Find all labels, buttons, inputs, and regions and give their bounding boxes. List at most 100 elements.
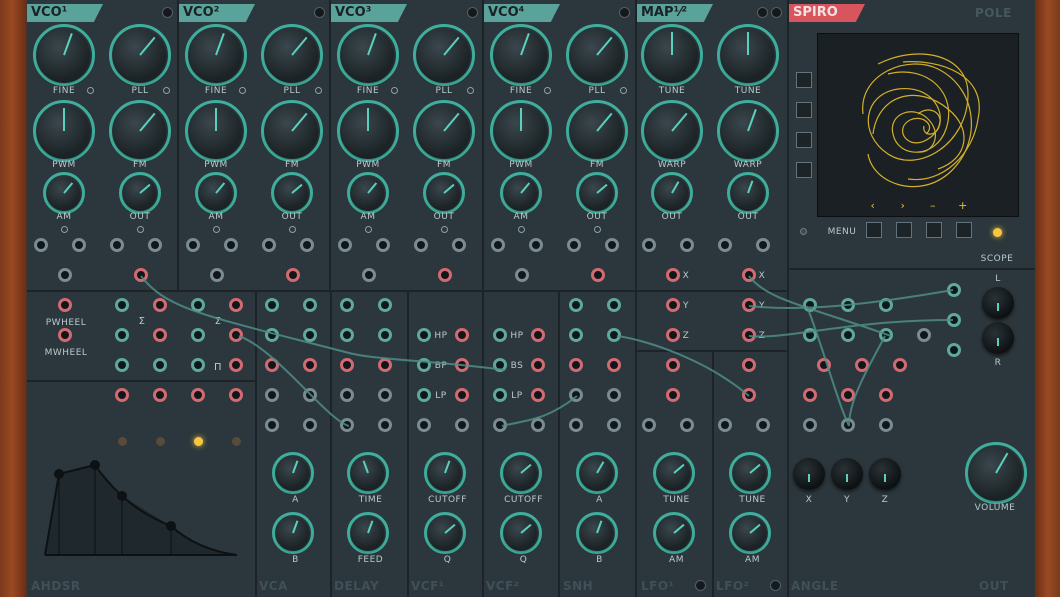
- snh-jack-b2[interactable]: [607, 358, 621, 372]
- scope-minus-button[interactable]: –: [928, 199, 938, 212]
- map1-x-jack[interactable]: [666, 268, 680, 282]
- vca-jack-b1[interactable]: [303, 328, 317, 342]
- lfo2-tune-knob[interactable]: [729, 452, 771, 494]
- vco4-am-knob[interactable]: [500, 172, 542, 214]
- delay-jack-b4[interactable]: [378, 418, 392, 432]
- vco2-out-jack[interactable]: [286, 268, 300, 282]
- delay-jack-a0[interactable]: [340, 298, 354, 312]
- angle-y-knob[interactable]: [831, 458, 863, 490]
- vco3-fine-knob[interactable]: [337, 24, 399, 86]
- vco4-jack-4[interactable]: [605, 238, 619, 252]
- vcf1-jack-1[interactable]: [417, 418, 431, 432]
- mix-jack-9[interactable]: [115, 358, 129, 372]
- delay-jack-a1[interactable]: [340, 328, 354, 342]
- angle-out-a1[interactable]: [855, 358, 869, 372]
- angle-aux-1[interactable]: [947, 283, 961, 297]
- snh-jack-b1[interactable]: [607, 328, 621, 342]
- map-jack-4[interactable]: [756, 238, 770, 252]
- vco2-jack-3[interactable]: [262, 238, 276, 252]
- vco3-jack-in[interactable]: [362, 268, 376, 282]
- vco2-fine-knob[interactable]: [185, 24, 247, 86]
- spiro-button-1[interactable]: [796, 72, 812, 88]
- mix-jack-6[interactable]: [153, 328, 167, 342]
- map-warp2-knob[interactable]: [717, 100, 779, 162]
- mix-jack-8[interactable]: [229, 328, 243, 342]
- delay-jack-b3[interactable]: [378, 388, 392, 402]
- vco4-out-jack[interactable]: [591, 268, 605, 282]
- lfo2-am-knob[interactable]: [729, 512, 771, 554]
- vco2-pll-knob[interactable]: [261, 24, 323, 86]
- mix-jack-3[interactable]: [191, 298, 205, 312]
- angle-aux-3[interactable]: [947, 343, 961, 357]
- vco2-pwm-knob[interactable]: [185, 100, 247, 162]
- map-out2-knob[interactable]: [727, 172, 769, 214]
- mix-jack-10[interactable]: [153, 358, 167, 372]
- angle-in-b1[interactable]: [841, 328, 855, 342]
- vcf2-q-knob[interactable]: [500, 512, 542, 554]
- map-out1-knob[interactable]: [651, 172, 693, 214]
- angle-out-b0[interactable]: [803, 388, 817, 402]
- vco3-pll-knob[interactable]: [413, 24, 475, 86]
- lfo2-jack-1[interactable]: [742, 358, 756, 372]
- env-led-3[interactable]: [194, 437, 203, 446]
- lfo1-jack-1[interactable]: [666, 358, 680, 372]
- spiro-button-4[interactable]: [796, 162, 812, 178]
- vcf2-jack-1[interactable]: [493, 418, 507, 432]
- menu-button-2[interactable]: [896, 222, 912, 238]
- vco3-jack-4[interactable]: [452, 238, 466, 252]
- angle-z-knob[interactable]: [869, 458, 901, 490]
- angle-aux-2[interactable]: [947, 313, 961, 327]
- vco4-jack-3[interactable]: [567, 238, 581, 252]
- map1-z-jack[interactable]: [666, 328, 680, 342]
- map-jack-3[interactable]: [718, 238, 732, 252]
- vco2-fm-knob[interactable]: [261, 100, 323, 162]
- scope-next-button[interactable]: ›: [898, 199, 908, 212]
- vco1-out-jack[interactable]: [134, 268, 148, 282]
- snh-jack-a2[interactable]: [569, 358, 583, 372]
- vco1-fm-knob[interactable]: [109, 100, 171, 162]
- vco3-jack-2[interactable]: [376, 238, 390, 252]
- vca-jack-a0[interactable]: [265, 298, 279, 312]
- vca-jack-b4[interactable]: [303, 418, 317, 432]
- vca-jack-a4[interactable]: [265, 418, 279, 432]
- lfo1-tune-knob[interactable]: [653, 452, 695, 494]
- vca-jack-b3[interactable]: [303, 388, 317, 402]
- lfo1-am-knob[interactable]: [653, 512, 695, 554]
- menu-button-3[interactable]: [926, 222, 942, 238]
- mix-jack-12[interactable]: [229, 358, 243, 372]
- vcf1-q-knob[interactable]: [424, 512, 466, 554]
- angle-in-a1[interactable]: [841, 298, 855, 312]
- vco3-am-knob[interactable]: [347, 172, 389, 214]
- vco1-jack-1[interactable]: [34, 238, 48, 252]
- vco2-jack-1[interactable]: [186, 238, 200, 252]
- vcf1-jack-2[interactable]: [455, 418, 469, 432]
- spiro-button-3[interactable]: [796, 132, 812, 148]
- vcf2-cutoff-knob[interactable]: [500, 452, 542, 494]
- angle-in-b2[interactable]: [879, 328, 893, 342]
- map2-y-jack[interactable]: [742, 298, 756, 312]
- out-l-knob[interactable]: [982, 287, 1014, 319]
- delay-jack-a2[interactable]: [340, 358, 354, 372]
- env-led-2[interactable]: [156, 437, 165, 446]
- volume-knob[interactable]: [965, 442, 1027, 504]
- vcf1-hp-out[interactable]: [455, 328, 469, 342]
- angle-out-a0[interactable]: [817, 358, 831, 372]
- mix-jack-2[interactable]: [153, 298, 167, 312]
- mix-jack-7[interactable]: [191, 328, 205, 342]
- mix-jack-4[interactable]: [229, 298, 243, 312]
- angle-jack-1[interactable]: [841, 418, 855, 432]
- mix-jack-11[interactable]: [191, 358, 205, 372]
- pwheel-jack[interactable]: [58, 298, 72, 312]
- map2-x-jack[interactable]: [742, 268, 756, 282]
- vca-b-knob[interactable]: [272, 512, 314, 554]
- vco4-pwm-knob[interactable]: [490, 100, 552, 162]
- vco4-pll-knob[interactable]: [566, 24, 628, 86]
- lfo1-jack-2[interactable]: [666, 388, 680, 402]
- env-jack-2[interactable]: [153, 388, 167, 402]
- vcf2-jack-2[interactable]: [531, 418, 545, 432]
- vca-a-knob[interactable]: [272, 452, 314, 494]
- vcf2-lp-out[interactable]: [531, 388, 545, 402]
- vco4-jack-1[interactable]: [491, 238, 505, 252]
- vca-jack-a1[interactable]: [265, 328, 279, 342]
- mix-jack-1[interactable]: [115, 298, 129, 312]
